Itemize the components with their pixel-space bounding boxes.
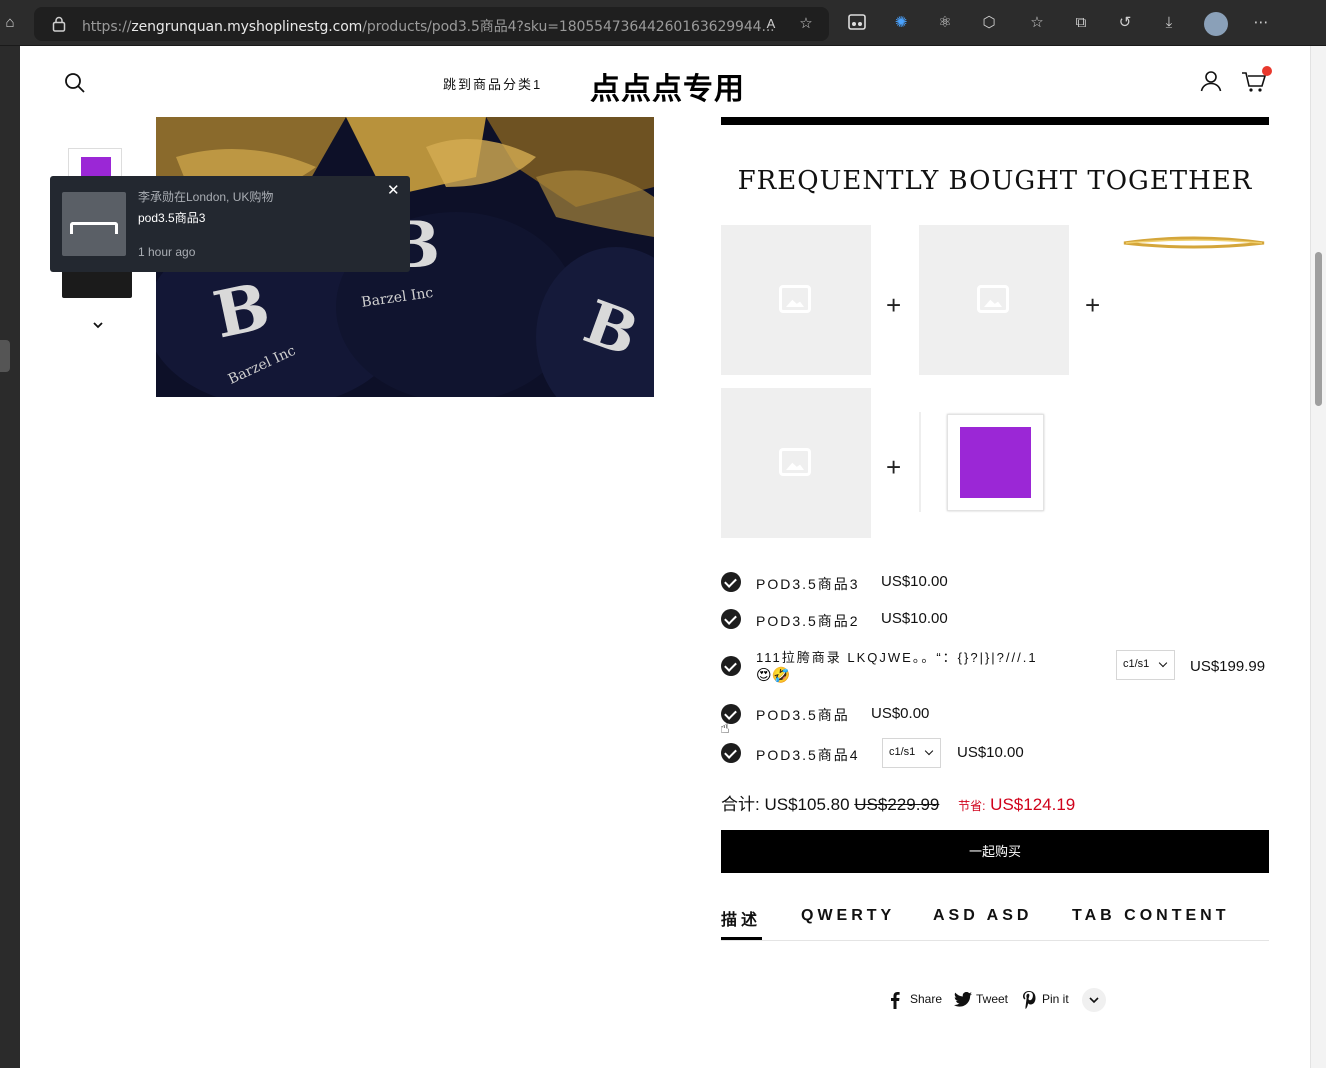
facebook-icon[interactable]: [890, 991, 904, 1009]
share-facebook-label[interactable]: Share: [910, 992, 942, 1006]
sidebar-strip: [0, 46, 20, 1068]
item-price: US$10.00: [881, 573, 948, 590]
toast-close-icon[interactable]: ✕: [387, 181, 400, 199]
toast-product-thumbnail: [62, 192, 126, 256]
chevron-down-icon: [924, 746, 934, 756]
twitter-icon[interactable]: [954, 991, 972, 1008]
url-text[interactable]: https://zengrunquan.myshoplinestg.com/pr…: [82, 16, 775, 36]
toast-title: 李承勋在London, UK购物: [138, 190, 274, 204]
variant-select[interactable]: c1/s1: [882, 738, 941, 768]
original-price: US$229.99: [854, 795, 940, 814]
history-icon[interactable]: ↺: [1115, 13, 1135, 33]
total-price: US$105.80: [764, 795, 850, 814]
more-share-button[interactable]: [1082, 988, 1106, 1012]
tab-description[interactable]: 描述: [721, 906, 761, 930]
image-placeholder-icon: [779, 285, 811, 313]
item-name[interactable]: 111拉胯商录 LKQJWE。。“：{}?|}|?///.1: [756, 647, 1038, 666]
thumbnail-camera[interactable]: [62, 268, 132, 298]
extension-react-icon[interactable]: ⚛: [935, 13, 955, 33]
image-placeholder-icon: [779, 448, 811, 476]
more-menu-icon[interactable]: ⋯: [1251, 13, 1271, 33]
sidebar-handle[interactable]: [0, 340, 10, 372]
tabs-divider: [721, 940, 1269, 941]
variant-select-value: c1/s1: [1123, 658, 1150, 670]
plus-icon: +: [886, 290, 902, 320]
nav-link-category[interactable]: 跳到商品分类1: [443, 74, 542, 93]
lock-icon[interactable]: [52, 16, 66, 32]
image-placeholder-icon: [977, 285, 1009, 313]
section-title: FREQUENTLY BOUGHT TOGETHER: [737, 166, 1253, 196]
reading-view-icon[interactable]: [847, 13, 867, 33]
favorites-icon[interactable]: ☆: [1027, 13, 1047, 33]
extension-bug-icon[interactable]: ✺: [891, 13, 911, 33]
purchase-notification-toast[interactable]: 李承勋在London, UK购物 pod3.5商品3 1 hour ago ✕: [50, 176, 410, 272]
browser-toolbar: ⌂ https://zengrunquan.myshoplinestg.com/…: [0, 0, 1326, 46]
toast-product-name[interactable]: pod3.5商品3: [138, 209, 205, 226]
item-name-emoji: 😍🤣: [756, 667, 791, 684]
chevron-down-icon: [1158, 658, 1168, 668]
dark-divider-bar: [721, 117, 1269, 125]
save-amount: US$124.19: [990, 795, 1076, 814]
toast-time: 1 hour ago: [138, 245, 196, 259]
save-label: 节省:: [958, 799, 986, 813]
variant-select-value: c1/s1: [889, 746, 916, 758]
page-scrollbar[interactable]: [1310, 46, 1326, 1068]
tab-content[interactable]: TAB CONTENT: [1072, 907, 1229, 925]
item-name[interactable]: POD3.5商品2: [756, 611, 860, 631]
share-pinterest-label[interactable]: Pin it: [1042, 992, 1069, 1006]
bundle-image-5-purple[interactable]: [947, 414, 1044, 511]
bundle-total: 合计: US$105.80 US$229.99 节省: US$124.19: [721, 790, 1075, 815]
profile-avatar[interactable]: [1204, 12, 1228, 36]
favorite-add-icon[interactable]: ☆: [796, 14, 816, 34]
bundle-image-1[interactable]: [721, 225, 871, 375]
chevron-down-icon: [1089, 997, 1099, 1004]
item-checkbox-3[interactable]: [721, 656, 741, 676]
plus-icon: +: [886, 452, 902, 482]
item-checkbox-2[interactable]: [721, 609, 741, 629]
tab-qwerty[interactable]: QWERTY: [801, 907, 895, 925]
share-twitter-label[interactable]: Tweet: [976, 992, 1008, 1006]
download-icon[interactable]: ⤓: [1159, 13, 1179, 33]
bundle-image-3-bracelet[interactable]: [1120, 225, 1268, 265]
divider: [919, 412, 921, 512]
bundle-image-2[interactable]: [919, 225, 1069, 375]
extensions-icon[interactable]: ⬡: [979, 13, 999, 33]
read-aloud-icon[interactable]: A: [761, 14, 781, 34]
page: 跳到商品分类1 点点点专用 B B B Barzel Inc Barzel In…: [20, 46, 1310, 1068]
address-bar[interactable]: https://zengrunquan.myshoplinestg.com/pr…: [34, 7, 829, 41]
collections-icon[interactable]: ⧉: [1071, 13, 1091, 33]
scrollbar-thumb[interactable]: [1315, 252, 1322, 406]
bundle-image-4[interactable]: [721, 388, 871, 538]
item-name[interactable]: POD3.5商品4: [756, 745, 860, 765]
item-price: US$10.00: [881, 610, 948, 627]
item-checkbox-5[interactable]: [721, 743, 741, 763]
brand-logo[interactable]: 点点点专用: [590, 64, 745, 108]
gallery-down-chevron-icon[interactable]: [92, 318, 104, 330]
item-price: US$10.00: [957, 744, 1024, 761]
plus-icon: +: [1085, 290, 1101, 320]
hand-cursor-icon: ☝: [720, 720, 730, 737]
item-checkbox-1[interactable]: [721, 572, 741, 592]
pinterest-icon[interactable]: [1022, 991, 1036, 1010]
total-label: 合计:: [721, 795, 760, 814]
buy-together-button[interactable]: 一起购买: [721, 830, 1269, 873]
item-name[interactable]: POD3.5商品3: [756, 574, 860, 594]
home-icon[interactable]: ⌂: [0, 13, 20, 33]
item-price: US$0.00: [871, 705, 930, 722]
item-name[interactable]: POD3.5商品: [756, 705, 850, 725]
tab-asd-asd[interactable]: ASD ASD: [933, 907, 1032, 925]
search-icon[interactable]: [64, 72, 86, 94]
account-icon[interactable]: [1200, 70, 1222, 92]
item-price: US$199.99: [1190, 658, 1266, 675]
variant-select[interactable]: c1/s1: [1116, 650, 1175, 680]
cart-badge: [1262, 66, 1272, 76]
